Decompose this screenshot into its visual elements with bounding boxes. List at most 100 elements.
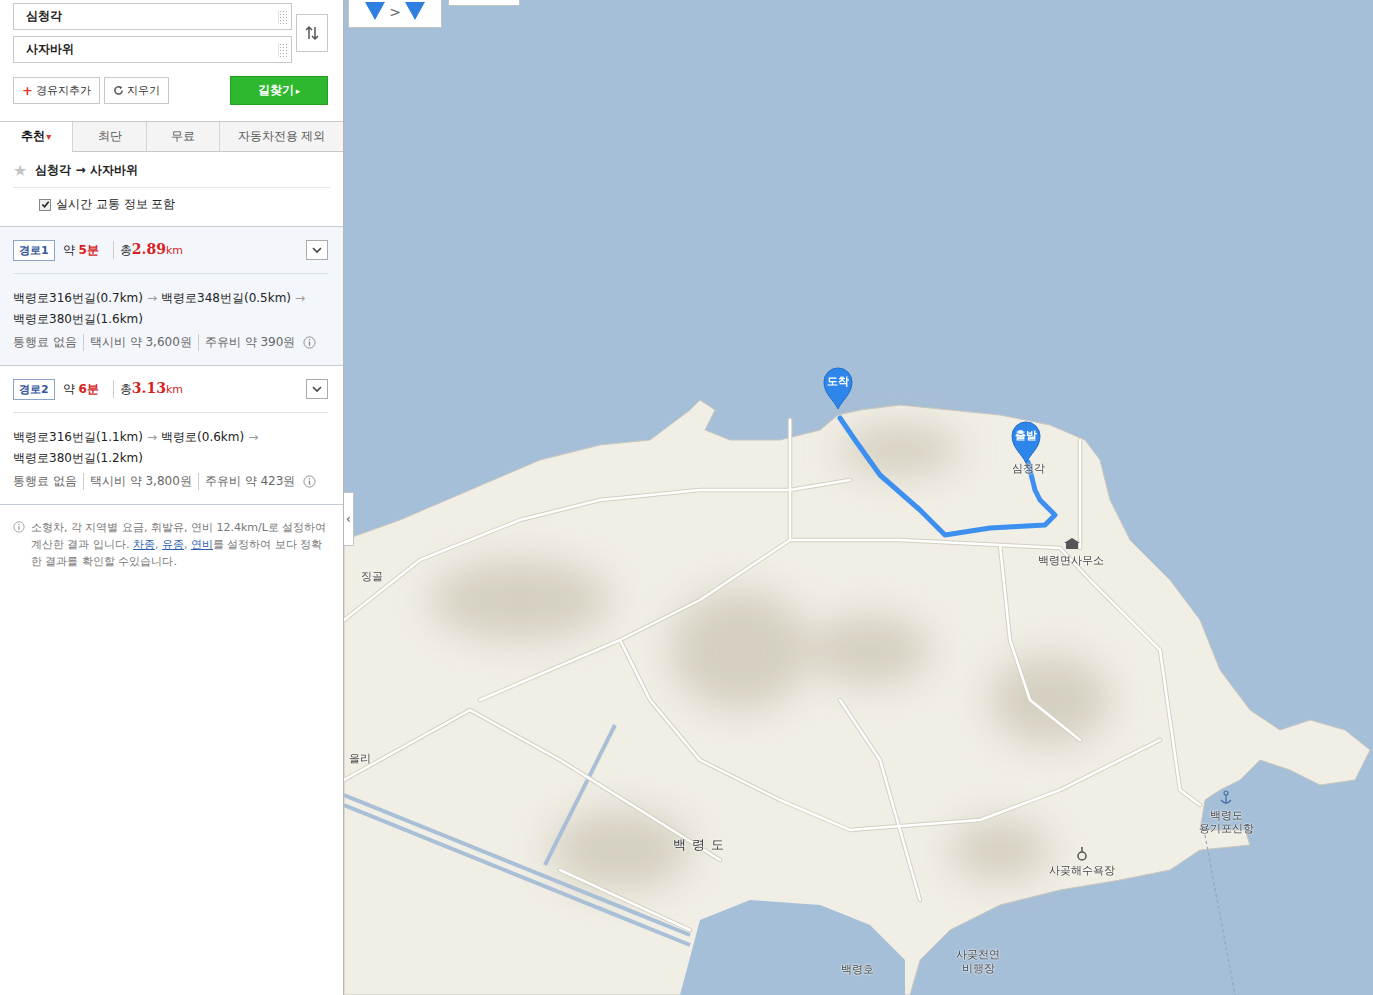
route-step: 백령로380번길(1.2km) <box>13 451 143 465</box>
route-time: 약 5분 <box>63 242 105 259</box>
map-graphic <box>344 0 1373 995</box>
route-name: 경로1 <box>13 240 55 261</box>
settings-link[interactable]: 연비 <box>191 538 213 551</box>
route-info-item: 택시비 약 3,800원 <box>83 473 198 490</box>
map-control[interactable] <box>448 0 520 6</box>
settings-link[interactable]: 유종 <box>162 538 184 551</box>
map-label: 백령도 <box>1210 809 1243 822</box>
note-text: 소형차, 각 지역별 요금, 휘발유, 연비 12.4km/L로 설정하여 계산… <box>31 519 327 570</box>
find-route-label: 길찾기 <box>258 82 294 99</box>
add-waypoint-button[interactable]: +경유지추가 <box>13 77 100 104</box>
route-option-tab[interactable]: 무료 <box>146 122 219 152</box>
map-label: 백령면사무소 <box>1038 554 1104 567</box>
map-label: 사곶해수욕장 <box>1049 864 1115 877</box>
route-panel: 심청각사자바위 +경유지추가 지우기 길찾기▸ 추천▾ 최단 무료 자동차전용 제외 ★ 심청각 … <box>0 0 344 995</box>
route-step: 백령로348번길(0.5km) <box>161 291 291 305</box>
map-label: 을리 <box>349 752 371 765</box>
map-label: 징골 <box>361 570 383 583</box>
note-segment: , <box>184 538 191 551</box>
route-option-tab[interactable]: 최단 <box>72 122 145 152</box>
destination-text: 사자바위 <box>26 41 278 58</box>
route-name: 경로2 <box>13 379 55 400</box>
check-icon <box>41 200 50 209</box>
route-pin[interactable]: 도착 <box>822 366 854 410</box>
favorite-star-icon[interactable]: ★ <box>13 161 27 180</box>
terrain-shading <box>430 425 1110 890</box>
calculation-note: 소형차, 각 지역별 요금, 휘발유, 연비 12.4km/L로 설정하여 계산… <box>0 505 343 570</box>
origin-text: 심청각 <box>26 8 278 25</box>
refresh-icon <box>113 85 124 96</box>
info-icon[interactable] <box>303 336 316 349</box>
island-land <box>344 400 1370 995</box>
route-step: 백령로380번길(1.6km) <box>13 312 143 326</box>
panel-collapse-button[interactable]: ‹ <box>344 492 354 546</box>
info-icon[interactable] <box>303 475 316 488</box>
swap-button[interactable] <box>296 14 328 52</box>
map-route-page: 심청각사자바위+경유지추가지우기길찾기▸추천▾최단무료자동차전용 제외★심청각 … <box>0 0 1373 995</box>
route-info-item: 통행료 없음 <box>13 473 83 490</box>
step-separator: → <box>295 291 305 305</box>
ferry-line <box>1205 835 1235 995</box>
traffic-option[interactable]: 실시간 교통 정보 포함 <box>39 196 343 213</box>
map-label: 비행장 <box>962 962 995 975</box>
origin-field[interactable]: 심청각 <box>13 3 292 30</box>
mini-separator: > <box>389 4 401 20</box>
map-canvas[interactable]: >심청각백령면사무소징골을리백령도백령도용기포신항사곶해수욕장사곶천연비행장백령… <box>344 0 1373 995</box>
office-icon <box>1064 538 1080 549</box>
step-separator: → <box>147 291 157 305</box>
grip-icon[interactable] <box>278 43 287 57</box>
pin-icon <box>403 2 427 22</box>
lake <box>680 900 905 995</box>
route-option-tab[interactable]: 자동차전용 제외 <box>219 122 343 152</box>
destination-field[interactable]: 사자바위 <box>13 36 292 63</box>
route-list: 경로1 약 5분 총2.89km 백령로316번길(0.7km) → 백령로348번길(0… <box>0 226 343 505</box>
route-item[interactable]: 경로2약 6분총3.13km백령로316번길(1.1km)→백령로(0.6km)… <box>0 365 343 505</box>
route-item[interactable]: 경로1 약 5분 총2.89km 백령로316번길(0.7km) → 백령로348번길(0… <box>0 226 343 365</box>
route-steps: 백령로316번길(1.1km)→백령로(0.6km)→백령로380번길(1.2k… <box>13 427 328 469</box>
route-step: 백령로316번길(0.7km) <box>13 291 143 305</box>
summary-title: 심청각 → 사자바위 <box>35 162 137 179</box>
fields-column: 심청각사자바위 <box>13 3 292 63</box>
caret-icon: ▾ <box>46 131 51 142</box>
chevron-down-icon <box>312 247 322 254</box>
route-expand-button[interactable] <box>306 240 328 260</box>
traffic-checkbox[interactable] <box>39 199 51 211</box>
map-label: 백령호 <box>841 963 874 976</box>
route-steps: 백령로316번길(0.7km) → 백령로348번길(0.5km) → 백령로380번길… <box>13 288 328 330</box>
clear-label: 지우기 <box>127 83 160 98</box>
pin-icon <box>363 2 387 22</box>
search-fields: 심청각사자바위 <box>13 3 328 63</box>
find-route-button[interactable]: 길찾기▸ <box>230 76 328 105</box>
beach-icon <box>1078 847 1086 860</box>
grip-icon[interactable] <box>278 10 287 24</box>
canal <box>344 795 690 945</box>
arrow-icon: ▸ <box>296 86 301 96</box>
route-info-item: 통행료 없음 <box>13 334 83 351</box>
route-info: 통행료 없음택시비 약 3,600원주유비 약 390원 <box>13 334 328 351</box>
route-line <box>840 418 1055 535</box>
map-label: 심청각 <box>1012 462 1045 475</box>
mini-route-box[interactable]: > <box>348 0 442 28</box>
route-time: 약 6분 <box>63 381 105 398</box>
step-separator: → <box>248 430 258 444</box>
port-icon <box>1221 791 1231 804</box>
tab-label: 자동차전용 제외 <box>238 128 326 145</box>
route-info-item: 주유비 약 423원 <box>198 473 302 490</box>
clear-button[interactable]: 지우기 <box>104 77 169 104</box>
map-label: 백령도 <box>673 836 730 854</box>
route-step: 백령로316번길(1.1km) <box>13 430 143 444</box>
settings-link[interactable]: 차종 <box>133 538 155 551</box>
tab-label: 추천 <box>21 128 45 145</box>
tab-label: 최단 <box>98 128 122 145</box>
route-info-item: 주유비 약 390원 <box>198 334 302 351</box>
traffic-label: 실시간 교통 정보 포함 <box>56 196 175 213</box>
add-waypoint-label: 경유지추가 <box>36 83 91 98</box>
map-label: 사곶천연 <box>956 948 1000 961</box>
route-expand-button[interactable] <box>306 379 328 399</box>
route-pin[interactable]: 출발 <box>1010 420 1042 464</box>
map-label: 용기포신항 <box>1199 822 1254 835</box>
route-option-tabs: 추천▾ 최단 무료 자동차전용 제외 <box>0 121 343 152</box>
route-option-tab[interactable]: 추천▾ <box>0 122 72 152</box>
route-distance: 총2.89km <box>113 241 183 259</box>
route-header: 경로1 약 5분 총2.89km <box>13 227 328 274</box>
